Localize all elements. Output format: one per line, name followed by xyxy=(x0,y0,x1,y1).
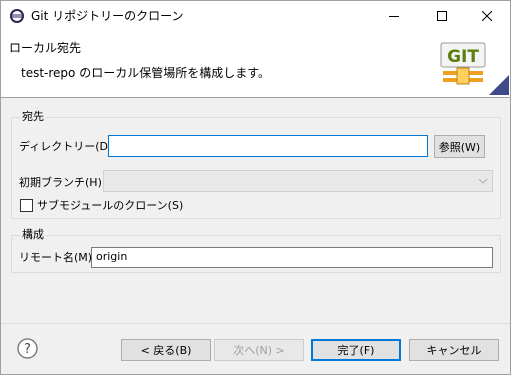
configuration-group-legend: 構成 xyxy=(20,228,46,242)
directory-label: ディレクトリー(D): xyxy=(19,140,116,153)
destination-group-legend: 宛先 xyxy=(20,110,46,124)
help-icon[interactable]: ? xyxy=(17,338,38,359)
window-title: Git リポジトリーのクローン xyxy=(31,9,184,23)
close-icon xyxy=(482,11,492,21)
maximize-button[interactable] xyxy=(419,1,465,31)
footer-divider xyxy=(1,323,510,324)
finish-button[interactable]: 完了(F) xyxy=(311,339,401,361)
back-button[interactable]: < 戻る(B) xyxy=(121,339,211,361)
initial-branch-label: 初期ブランチ(H): xyxy=(19,176,106,189)
directory-input[interactable] xyxy=(108,135,428,157)
close-button[interactable] xyxy=(464,1,510,31)
initial-branch-select[interactable] xyxy=(103,170,493,192)
maximize-icon xyxy=(437,11,447,21)
minimize-button[interactable] xyxy=(371,1,417,31)
page-description: test-repo のローカル保管場所を構成します。 xyxy=(21,66,271,80)
chevron-down-icon xyxy=(478,178,488,184)
remote-name-input[interactable]: origin xyxy=(91,247,493,268)
next-button[interactable]: 次へ(N) > xyxy=(214,339,304,361)
wizard-banner: ローカル宛先 test-repo のローカル保管場所を構成します。 GIT xyxy=(1,31,510,97)
banner-corner-decoration xyxy=(489,75,509,95)
clone-submodules-checkbox[interactable] xyxy=(20,199,33,212)
remote-name-label: リモート名(M): xyxy=(19,251,96,264)
browse-button[interactable]: 参照(W) xyxy=(434,135,485,158)
title-bar[interactable]: Git リポジトリーのクローン xyxy=(1,1,510,31)
clone-dialog: Git リポジトリーのクローン ローカル宛先 test-repo のローカル保管… xyxy=(0,0,511,375)
git-logo-icon: GIT xyxy=(440,42,486,85)
minimize-icon xyxy=(389,16,399,17)
banner-divider xyxy=(1,97,510,98)
page-title: ローカル宛先 xyxy=(9,41,82,55)
clone-submodules-label[interactable]: サブモジュールのクローン(S) xyxy=(37,199,183,213)
git-logo-text: GIT xyxy=(447,47,479,67)
cancel-button[interactable]: キャンセル xyxy=(409,339,499,361)
svg-text:?: ? xyxy=(24,342,31,357)
eclipse-app-icon xyxy=(10,9,24,23)
